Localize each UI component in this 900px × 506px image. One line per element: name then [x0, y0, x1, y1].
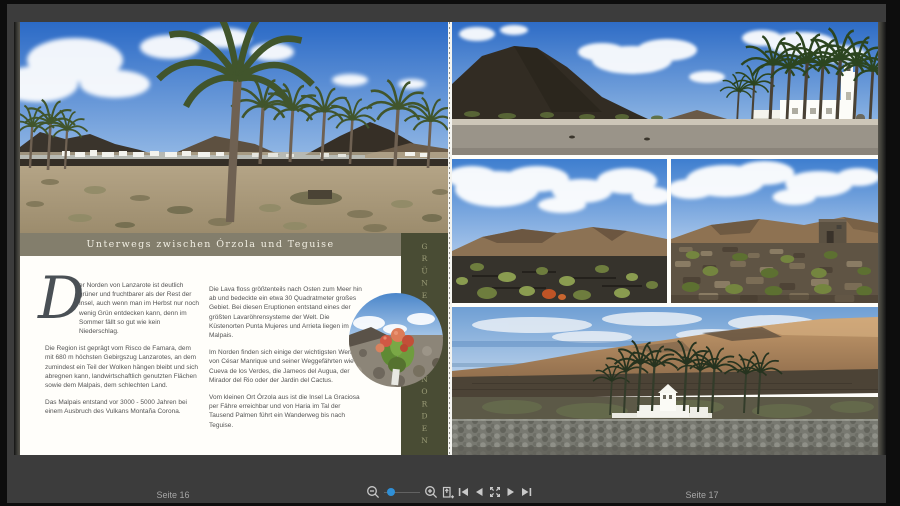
- zoom-out-button[interactable]: [366, 484, 380, 500]
- photo-haria-valley-church[interactable]: [452, 307, 878, 455]
- next-page-icon: [504, 484, 518, 500]
- paragraph: Das Malpais entstand vor 3000 - 5000 Jah…: [45, 398, 201, 416]
- paragraph: er Norden von Lanzarote ist deutlich grü…: [79, 281, 201, 336]
- last-page-icon: [520, 484, 534, 500]
- first-page-icon: [456, 484, 470, 500]
- photo-cactus-fruit-circle[interactable]: [349, 293, 443, 387]
- photo-palm-village-landscape[interactable]: [20, 22, 448, 233]
- zoom-in-button[interactable]: [424, 484, 438, 500]
- chapter-title-bar: Unterwegs zwischen Órzola und Teguise: [20, 233, 401, 256]
- viewer-controls: [366, 484, 534, 500]
- first-page-button[interactable]: [456, 484, 470, 500]
- paragraph: Die Lava floss größtenteils nach Osten z…: [209, 285, 365, 340]
- zoom-slider-handle[interactable]: [387, 488, 395, 496]
- page-left: Unterwegs zwischen Órzola und Teguise GR…: [14, 22, 448, 455]
- fullscreen-button[interactable]: [488, 484, 502, 500]
- chapter-title: Unterwegs zwischen Órzola und Teguise: [87, 239, 335, 250]
- page-stack-edge-right: [878, 22, 886, 455]
- article-column-1: er Norden von Lanzarote ist deutlich grü…: [45, 281, 201, 425]
- window-frame-left: [0, 0, 7, 506]
- previous-page-button[interactable]: [472, 484, 486, 500]
- photo-volcano-white-church[interactable]: [452, 22, 878, 155]
- paragraph: Die Region ist geprägt vom Risco de Fama…: [45, 344, 201, 390]
- fit-page-icon: [440, 484, 454, 500]
- page-number-right: Seite 17: [667, 490, 737, 500]
- fit-page-button[interactable]: [440, 484, 454, 500]
- previous-page-icon: [472, 484, 486, 500]
- next-page-button[interactable]: [504, 484, 518, 500]
- page-number-left: Seite 16: [138, 490, 208, 500]
- photo-lava-field-clouds[interactable]: [452, 159, 667, 303]
- zoom-in-icon: [424, 484, 438, 500]
- photobook-viewer: Unterwegs zwischen Órzola und Teguise GR…: [0, 0, 900, 506]
- zoom-slider[interactable]: [382, 484, 422, 500]
- window-frame-right: [886, 0, 900, 506]
- fullscreen-icon: [488, 484, 502, 500]
- last-page-button[interactable]: [520, 484, 534, 500]
- page-right: [452, 22, 886, 455]
- article-column-2: Die Lava floss größtenteils nach Osten z…: [209, 285, 365, 438]
- paragraph: Im Norden finden sich einige der wichtig…: [209, 348, 365, 385]
- zoom-out-icon: [366, 484, 380, 500]
- photo-stone-walls-vineyard[interactable]: [671, 159, 878, 303]
- paragraph: Vom kleinen Ort Órzola aus ist die Insel…: [209, 393, 365, 430]
- fold-dotted-line: [449, 22, 450, 455]
- window-frame-top: [0, 0, 900, 4]
- side-strip-label-bottom: NORDEN: [420, 375, 429, 448]
